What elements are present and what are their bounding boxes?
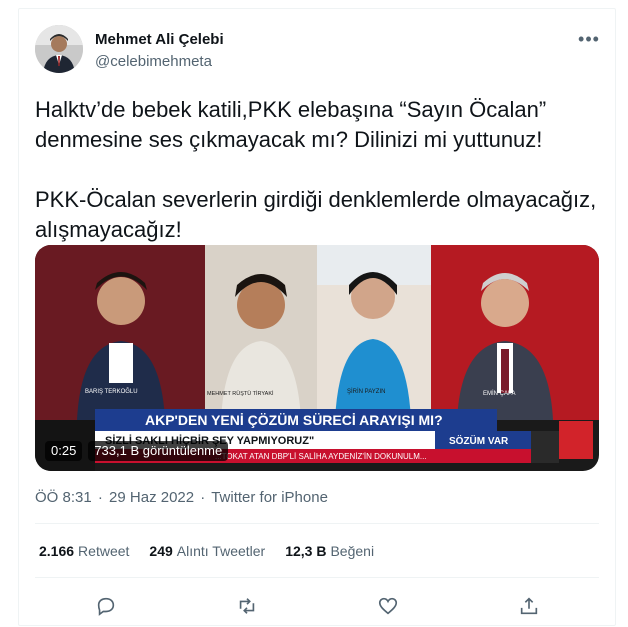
retweet-label: Retweet (78, 543, 130, 559)
meta-separator: · (97, 489, 103, 506)
person-label: EMİN ÇAPA (483, 390, 516, 397)
retweet-count: 2.166 (39, 543, 75, 559)
video-overlay: 0:25 733,1 B görüntülenme (45, 441, 229, 461)
tweet-date[interactable]: 29 Haz 2022 (109, 489, 194, 506)
divider (35, 523, 599, 524)
like-count: 12,3 B (285, 543, 327, 559)
person-label: MEHMET RÜŞTÜ TİRYAKİ (207, 390, 274, 397)
meta-separator: · (200, 489, 206, 506)
video-ticker: ...TOKAT ATAN DBP'Lİ SALİHA AYDENİZ'İN D… (215, 452, 427, 461)
retweet-stat[interactable]: 2.166 Retweet (39, 543, 129, 559)
avatar[interactable] (35, 25, 83, 73)
user-handle[interactable]: @celebimehmeta (95, 53, 212, 70)
divider (35, 577, 599, 578)
quote-count: 249 (149, 543, 173, 559)
video-thumbnail: BARIŞ TERKOĞLU MEHMET RÜŞTÜ TİRYAKİ ŞİRİ… (35, 245, 599, 471)
quote-stat[interactable]: 249 Alıntı Tweetler (149, 543, 265, 559)
share-icon (520, 597, 537, 615)
tweet-text: Halktv’de bebek katili,PKK elebaşına “Sa… (35, 97, 597, 242)
like-icon (378, 597, 397, 615)
video-player[interactable]: BARIŞ TERKOĞLU MEHMET RÜŞTÜ TİRYAKİ ŞİRİ… (35, 245, 599, 471)
video-duration: 0:25 (45, 441, 83, 461)
tweet-source[interactable]: Twitter for iPhone (211, 489, 328, 506)
tweet-card: Mehmet Ali Çelebi @celebimehmeta ••• Hal… (18, 8, 616, 626)
tweet-meta: ÖÖ 8:31 · 29 Haz 2022 · Twitter for iPho… (35, 489, 328, 506)
person-label: ŞİRİN PAYZIN (347, 388, 385, 395)
tweet-stats: 2.166 Retweet 249 Alıntı Tweetler 12,3 B… (39, 543, 374, 559)
person-label: BARIŞ TERKOĞLU (85, 388, 138, 395)
action-bar (35, 589, 599, 623)
quote-label: Alıntı Tweetler (176, 543, 266, 559)
display-name[interactable]: Mehmet Ali Çelebi (95, 31, 224, 48)
like-button[interactable] (371, 589, 405, 623)
like-label: Beğeni (330, 543, 375, 559)
video-brand: SÖZÜM VAR (449, 434, 509, 447)
like-stat[interactable]: 12,3 B Beğeni (285, 543, 374, 559)
video-views: 733,1 B görüntülenme (88, 441, 229, 461)
video-headline: AKP'DEN YENİ ÇÖZÜM SÜRECİ ARAYIŞI MI? (145, 412, 443, 428)
retweet-icon (239, 598, 254, 614)
reply-button[interactable] (89, 589, 123, 623)
more-options-button[interactable]: ••• (577, 27, 601, 51)
retweet-button[interactable] (230, 589, 264, 623)
tweet-time[interactable]: ÖÖ 8:31 (35, 489, 92, 506)
reply-icon (97, 597, 114, 616)
share-button[interactable] (512, 589, 546, 623)
